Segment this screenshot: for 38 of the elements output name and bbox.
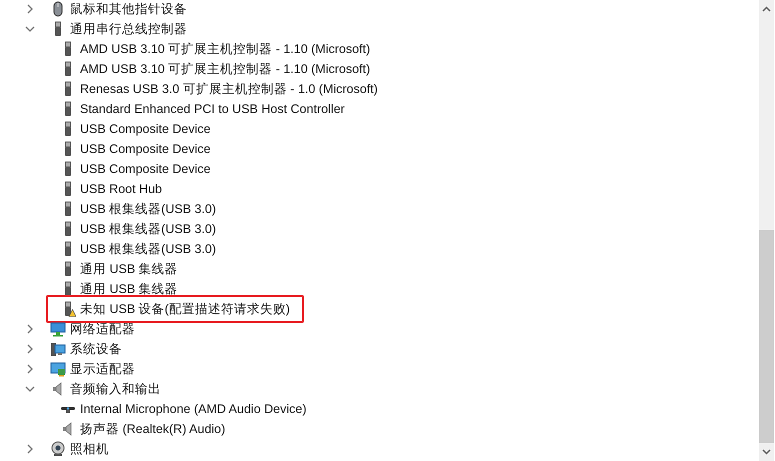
device-label[interactable]: 扬声器 (Realtek(R) Audio)	[80, 420, 226, 438]
chevron-icon[interactable]	[25, 4, 35, 14]
monitor-icon	[50, 361, 66, 377]
chevron-icon[interactable]	[25, 364, 35, 374]
network-monitor-icon	[50, 321, 66, 337]
category-label[interactable]: 照相机	[70, 440, 109, 458]
device-label[interactable]: 未知 USB 设备(配置描述符请求失败)	[80, 300, 290, 318]
device-label[interactable]: 通用 USB 集线器	[80, 280, 178, 298]
device-label[interactable]: 通用 USB 集线器	[80, 260, 178, 278]
device-label[interactable]: Standard Enhanced PCI to USB Host Controller	[80, 102, 345, 116]
device-label[interactable]: USB Root Hub	[80, 182, 162, 196]
category-label[interactable]: 鼠标和其他指针设备	[70, 0, 187, 18]
scrollbar[interactable]	[759, 0, 774, 461]
device-label[interactable]: AMD USB 3.10 可扩展主机控制器 - 1.10 (Microsoft)	[80, 40, 370, 58]
device-label[interactable]: USB 根集线器(USB 3.0)	[80, 220, 216, 238]
scroll-up-icon[interactable]	[762, 6, 771, 12]
device-label[interactable]: USB 根集线器(USB 3.0)	[80, 240, 216, 258]
device-label[interactable]: AMD USB 3.10 可扩展主机控制器 - 1.10 (Microsoft)	[80, 60, 370, 78]
webcam-icon	[50, 441, 66, 457]
chevron-icon[interactable]	[25, 384, 35, 394]
category-label[interactable]: 网络适配器	[70, 320, 135, 338]
scroll-down-icon[interactable]	[762, 449, 771, 455]
category-label[interactable]: 显示适配器	[70, 360, 135, 378]
chevron-icon[interactable]	[25, 344, 35, 354]
chevron-icon[interactable]	[25, 24, 35, 34]
category-label[interactable]: 通用串行总线控制器	[70, 20, 187, 38]
device-label[interactable]: USB 根集线器(USB 3.0)	[80, 200, 216, 218]
device-label[interactable]: USB Composite Device	[80, 122, 211, 136]
device-label[interactable]: USB Composite Device	[80, 162, 211, 176]
device-label[interactable]: USB Composite Device	[80, 142, 211, 156]
computer-icon	[50, 341, 66, 357]
scroll-thumb[interactable]	[759, 230, 774, 443]
category-label[interactable]: 系统设备	[70, 340, 122, 358]
device-label[interactable]: Renesas USB 3.0 可扩展主机控制器 - 1.0 (Microsoft)	[80, 80, 378, 98]
category-label[interactable]: 音频输入和输出	[70, 380, 161, 398]
device-label[interactable]: Internal Microphone (AMD Audio Device)	[80, 402, 306, 416]
chevron-icon[interactable]	[25, 324, 35, 334]
chevron-icon[interactable]	[25, 444, 35, 454]
